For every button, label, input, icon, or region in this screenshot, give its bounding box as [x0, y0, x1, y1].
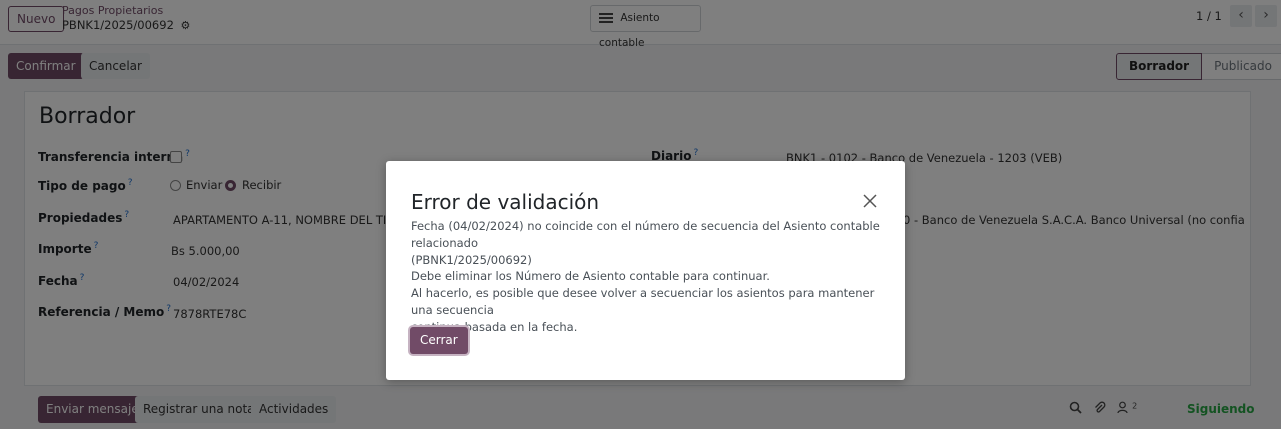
close-icon[interactable] [863, 191, 877, 211]
validation-error-dialog: Error de validación Fecha (04/02/2024) n… [386, 161, 905, 380]
dialog-title: Error de validación [411, 190, 600, 214]
close-button[interactable]: Cerrar [410, 327, 468, 354]
dialog-line: Debe eliminar los Número de Asiento cont… [411, 269, 770, 284]
dialog-line: Fecha (04/02/2024) no coincide con el nú… [411, 219, 880, 250]
dialog-line: continua basada en la fecha. [411, 319, 578, 334]
dialog-line: (PBNK1/2025/00692) [411, 252, 532, 267]
dialog-message: Fecha (04/02/2024) no coincide con el nú… [411, 218, 886, 336]
dialog-line: Al hacerlo, es posible que desee volver … [411, 286, 875, 317]
